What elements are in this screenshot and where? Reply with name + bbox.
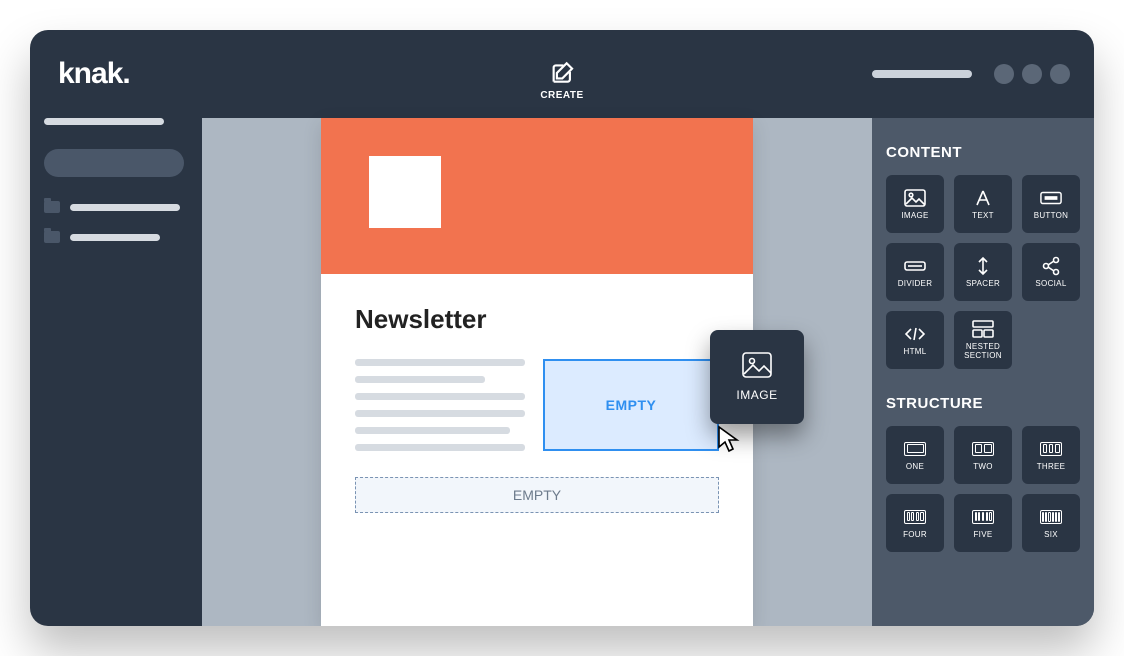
email-body: Newsletter EMPTY EMPTY [321,274,753,553]
social-icon [1040,256,1062,276]
email-title[interactable]: Newsletter [355,304,719,335]
tile-label: THREE [1037,463,1066,472]
tile-label: ONE [906,463,924,472]
structure-tile-five[interactable]: FIVE [954,494,1012,552]
tile-label: HTML [904,348,927,357]
content-grid: IMAGE TEXT BUTTON DIVIDER SPACER SOCIAL HTML NE… [886,175,1080,369]
logo: knak. [58,57,130,91]
content-tile-image[interactable]: IMAGE [886,175,944,233]
email-logo-placeholder[interactable] [369,156,441,228]
tile-label: SOCIAL [1035,280,1066,289]
tile-label: TWO [973,463,993,472]
email-row: EMPTY [355,359,719,461]
structure-tile-four[interactable]: FOUR [886,494,944,552]
columns-2-icon [972,439,994,459]
sidebar-folder-row[interactable] [44,231,188,243]
panel-heading-content: CONTENT [886,144,1080,161]
tile-label: SPACER [966,280,1000,289]
text-line [355,393,525,400]
columns-3-icon [1040,439,1062,459]
cursor-icon [716,425,740,458]
app-window: knak. CREATE [30,30,1094,626]
header-bar: knak. CREATE [30,30,1094,118]
panel-heading-structure: STRUCTURE [886,395,1080,412]
email-hero[interactable] [321,118,753,274]
window-dot[interactable] [994,64,1014,84]
tile-label: BUTTON [1034,212,1069,221]
window-controls [872,64,1070,84]
body: Newsletter EMPTY EMPTY [30,118,1094,626]
drag-ghost-label: IMAGE [736,388,777,402]
dropzone-active[interactable]: EMPTY [543,359,719,451]
text-line [355,376,485,383]
tile-label: FOUR [903,531,927,540]
window-bar [872,70,972,78]
image-icon [904,188,926,208]
columns-6-icon [1040,507,1062,527]
button-icon [1040,188,1062,208]
email-preview: Newsletter EMPTY EMPTY [321,118,753,626]
content-tile-button[interactable]: BUTTON [1022,175,1080,233]
sidebar-placeholder [44,118,164,125]
columns-1-icon [904,439,926,459]
create-label: CREATE [540,90,583,101]
text-block[interactable] [355,359,525,461]
content-tile-text[interactable]: TEXT [954,175,1012,233]
structure-tile-six[interactable]: SIX [1022,494,1080,552]
text-line [355,444,525,451]
drag-ghost-image-block: IMAGE [710,330,804,424]
tile-label: TEXT [972,212,994,221]
content-tile-divider[interactable]: DIVIDER [886,243,944,301]
sidebar-folder-row[interactable] [44,201,188,213]
sidebar-item-label [70,234,160,241]
html-icon [904,324,926,344]
window-dot[interactable] [1050,64,1070,84]
sidebar-active-item[interactable] [44,149,184,177]
text-line [355,359,525,366]
tile-label: SIX [1044,531,1058,540]
content-tile-social[interactable]: SOCIAL [1022,243,1080,301]
right-panel: CONTENT IMAGE TEXT BUTTON DIVIDER SPACER SOCI… [872,118,1094,626]
text-icon [972,188,994,208]
tile-label: IMAGE [901,212,928,221]
create-button[interactable]: CREATE [540,60,583,101]
folder-icon [44,231,60,243]
sidebar-item-label [70,204,180,211]
sidebar [30,118,202,626]
divider-icon [904,256,926,276]
content-tile-nested[interactable]: NESTED SECTION [954,311,1012,369]
columns-4-icon [904,507,926,527]
spacer-icon [972,256,994,276]
text-line [355,410,525,417]
content-tile-html[interactable]: HTML [886,311,944,369]
window-dot[interactable] [1022,64,1042,84]
folder-icon [44,201,60,213]
tile-label: NESTED SECTION [964,343,1002,361]
tile-label: FIVE [974,531,993,540]
tile-label: DIVIDER [898,280,933,289]
nested-icon [972,319,994,339]
dropzone-empty[interactable]: EMPTY [355,477,719,513]
structure-tile-two[interactable]: TWO [954,426,1012,484]
structure-tile-one[interactable]: ONE [886,426,944,484]
structure-grid: ONE TWO THREE FOUR FIVE SIX [886,426,1080,552]
structure-tile-three[interactable]: THREE [1022,426,1080,484]
columns-5-icon [972,507,994,527]
text-line [355,427,510,434]
content-tile-spacer[interactable]: SPACER [954,243,1012,301]
